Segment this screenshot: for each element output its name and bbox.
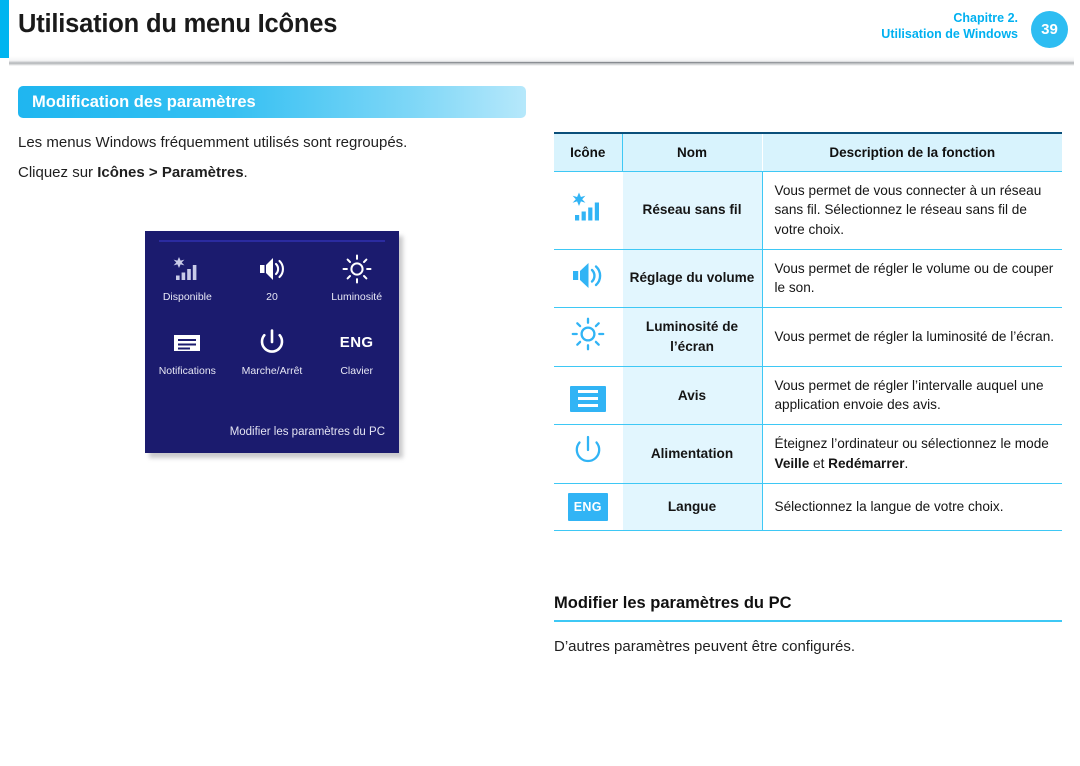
table-row: Réglage du volume Vous permet de régler …	[554, 249, 1062, 309]
notifications-icon	[569, 385, 606, 412]
table-header: Icône Nom Description de la fonction	[554, 132, 1062, 172]
row-description-cell: Vous permet de régler le volume ou de co…	[762, 249, 1062, 309]
description-mid: et	[809, 455, 829, 471]
instruction-suffix: .	[243, 164, 248, 182]
row-icon-cell	[554, 307, 623, 367]
intro-paragraph: Les menus Windows fréquemment utilisés s…	[18, 134, 408, 151]
row-icon-cell	[554, 424, 623, 484]
right-column: Icône Nom Description de la fonction Rés…	[554, 132, 1062, 531]
table-row: Alimentation Éteignez l’ordinateur ou sé…	[554, 424, 1062, 484]
brightness-sun-icon	[571, 317, 605, 354]
table-row: Luminosité de l’écran Vous permet de rég…	[554, 307, 1062, 367]
charm-power[interactable]: Marche/Arrêt	[230, 327, 315, 377]
section-heading-label: Modification des paramètres	[32, 92, 256, 111]
document-page: Utilisation du menu Icônes Chapitre 2. U…	[0, 0, 1080, 766]
subsection-body: D’autres paramètres peuvent être configu…	[554, 637, 855, 655]
charm-label: Clavier	[340, 364, 373, 377]
row-name-cell: Langue	[622, 483, 763, 531]
table-row: Avis Vous permet de régler l’intervalle …	[554, 366, 1062, 426]
keyboard-language-icon: ENG	[567, 492, 608, 521]
table-body: Réseau sans fil Vous permet de vous conn…	[554, 171, 1062, 531]
charm-label: Notifications	[158, 364, 216, 377]
left-column: Modification des paramètres Les menus Wi…	[0, 86, 540, 184]
description-suffix: .	[904, 455, 909, 471]
row-icon-cell	[554, 366, 623, 426]
row-name-cell: Alimentation	[622, 424, 763, 484]
page-title: Utilisation du menu Icônes	[18, 10, 338, 38]
wireless-network-icon	[172, 253, 202, 285]
charms-grid: Disponible 20 Luminosité Notifications M…	[145, 253, 399, 376]
subsection-block: Modifier les paramètres du PC D’autres p…	[554, 594, 1062, 657]
charm-label: 20	[266, 291, 278, 303]
power-icon	[572, 435, 604, 471]
instruction-prefix: Cliquez sur	[18, 164, 98, 182]
table-row: ENG Langue Sélectionnez la langue de vot…	[554, 483, 1062, 531]
description-bold-redemarrer: Redémarrer	[828, 455, 905, 471]
instruction-path: Icônes > Paramètres	[97, 164, 244, 182]
panel-top-divider	[159, 240, 385, 242]
chapter-label: Chapitre 2.	[953, 11, 1018, 25]
charm-label: Luminosité	[331, 291, 383, 303]
power-icon	[258, 327, 286, 359]
charm-volume[interactable]: 20	[230, 253, 315, 303]
charm-keyboard-language[interactable]: ENG Clavier	[314, 327, 399, 377]
row-description-cell: Éteignez l’ordinateur ou sélectionnez le…	[762, 424, 1062, 484]
charms-settings-panel: Disponible 20 Luminosité Notifications M…	[145, 231, 399, 453]
table-row: Réseau sans fil Vous permet de vous conn…	[554, 171, 1062, 250]
instruction-paragraph: Cliquez sur Icônes > Paramètres.	[18, 162, 528, 183]
row-description-cell: Vous permet de vous connecter à un résea…	[762, 171, 1062, 250]
header-divider	[9, 56, 1074, 66]
column-header-icon: Icône	[554, 132, 623, 172]
page-number-badge: 39	[1031, 11, 1068, 48]
charms-settings-panel-figure: Disponible 20 Luminosité Notifications M…	[145, 231, 403, 458]
row-icon-cell	[554, 249, 623, 309]
charm-label: Disponible	[162, 291, 212, 303]
section-heading-bar: Modification des paramètres	[18, 86, 526, 118]
charm-label: Marche/Arrêt	[241, 364, 303, 377]
charm-brightness[interactable]: Luminosité	[314, 253, 399, 303]
charm-notifications[interactable]: Notifications	[145, 327, 230, 377]
wireless-network-icon	[571, 192, 605, 226]
notifications-icon	[172, 327, 202, 359]
page-header: Utilisation du menu Icônes Chapitre 2. U…	[0, 0, 1080, 58]
row-icon-cell: ENG	[554, 483, 623, 531]
row-name-cell: Avis	[622, 366, 763, 426]
row-description-cell: Vous permet de régler la luminosité de l…	[762, 307, 1062, 367]
charm-wireless-network[interactable]: Disponible	[145, 253, 230, 303]
chapter-subtitle: Utilisation de Windows	[881, 27, 1018, 41]
row-description-cell: Vous permet de régler l’intervalle auque…	[762, 366, 1062, 426]
column-header-description: Description de la fonction	[762, 132, 1062, 172]
column-header-name: Nom	[622, 132, 763, 172]
subsection-rule	[554, 620, 1062, 622]
row-icon-cell	[554, 171, 623, 250]
row-name-cell: Réseau sans fil	[622, 171, 763, 250]
language-glyph: ENG	[573, 499, 602, 514]
description-bold-veille: Veille	[774, 455, 810, 471]
table-header-row: Icône Nom Description de la fonction	[554, 132, 1062, 172]
header-chapter-block: Chapitre 2. Utilisation de Windows	[881, 10, 1018, 42]
row-description-cell: Sélectionnez la langue de votre choix.	[762, 483, 1062, 531]
volume-speaker-icon	[570, 263, 606, 293]
row-name-cell: Réglage du volume	[622, 249, 763, 309]
description-prefix: Éteignez l’ordinateur ou sélectionnez le…	[774, 436, 1049, 452]
header-accent-bar	[0, 0, 9, 58]
change-pc-settings-link[interactable]: Modifier les paramètres du PC	[230, 426, 385, 438]
brightness-sun-icon	[342, 253, 372, 285]
keyboard-language-icon: ENG	[340, 327, 374, 359]
row-name-cell: Luminosité de l’écran	[622, 307, 763, 367]
keyboard-language-glyph: ENG	[339, 334, 374, 351]
notification-lines	[577, 390, 598, 408]
volume-speaker-icon	[257, 253, 287, 285]
subsection-title: Modifier les paramètres du PC	[554, 594, 792, 612]
icons-description-table: Icône Nom Description de la fonction Rés…	[554, 132, 1062, 531]
